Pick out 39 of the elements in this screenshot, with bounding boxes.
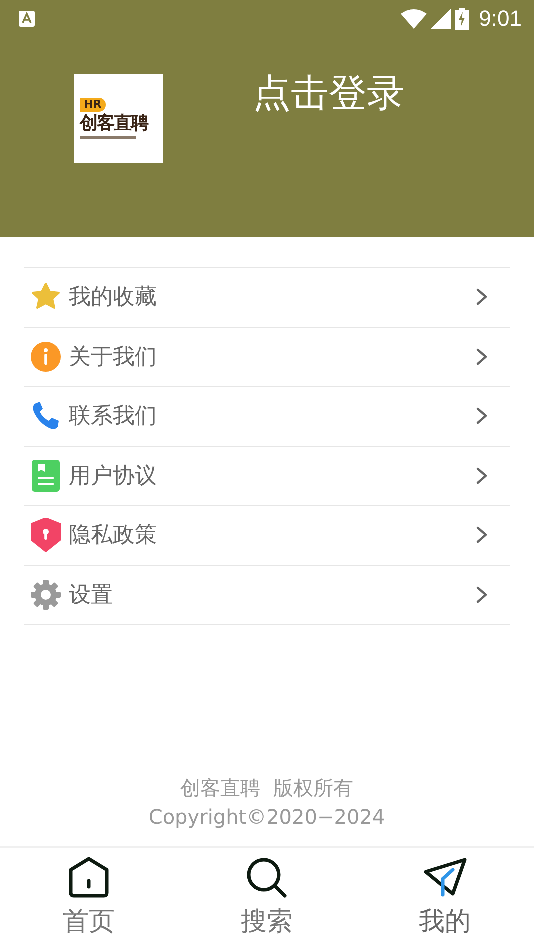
copyright-owner: 创客直聘 版权所有: [180, 775, 354, 802]
menu-item[interactable]: 我的收藏: [24, 268, 510, 328]
menu-label: 隐私政策: [69, 522, 157, 550]
nav-tab[interactable]: 搜索: [207, 848, 327, 950]
battery-icon: [455, 8, 470, 30]
chevron-right-icon: [476, 586, 488, 604]
nav-tab[interactable]: 我的: [385, 848, 505, 950]
logo-tagline-icon: [80, 136, 136, 140]
menu-item[interactable]: 联系我们: [24, 387, 510, 446]
menu-label: 设置: [69, 582, 113, 610]
keyboard-notification-icon: [18, 10, 36, 28]
clock-time: 9:01: [479, 6, 522, 32]
copyright-years: Copyright©2020−2024: [148, 804, 386, 831]
menu-item[interactable]: 设置: [24, 566, 510, 625]
login-link[interactable]: 点击登录: [253, 68, 405, 119]
menu-item[interactable]: 关于我们: [24, 328, 510, 387]
menu-label: 联系我们: [69, 403, 157, 432]
logo-badge: HR: [80, 98, 106, 112]
menu-item[interactable]: 隐私政策: [24, 506, 510, 566]
logo-name: 创客直聘: [80, 112, 148, 134]
shield-icon: [31, 518, 61, 552]
chevron-right-icon: [476, 288, 488, 306]
chevron-right-icon: [476, 348, 488, 366]
signal-icon: [431, 8, 452, 28]
phone-icon: [31, 401, 61, 432]
info-icon: [31, 342, 61, 372]
search-icon: [245, 856, 289, 900]
menu-label: 关于我们: [69, 344, 157, 372]
wifi-icon: [401, 8, 428, 28]
chevron-right-icon: [476, 466, 488, 485]
chevron-right-icon: [476, 526, 488, 544]
document-icon: [31, 460, 61, 492]
menu-label: 用户协议: [69, 462, 157, 491]
nav-tab[interactable]: 首页: [29, 848, 149, 950]
menu-item[interactable]: 用户协议: [24, 446, 510, 506]
gear-icon: [31, 580, 61, 610]
menu-label: 我的收藏: [69, 284, 157, 312]
home-icon: [67, 856, 111, 900]
chevron-right-icon: [476, 407, 488, 426]
